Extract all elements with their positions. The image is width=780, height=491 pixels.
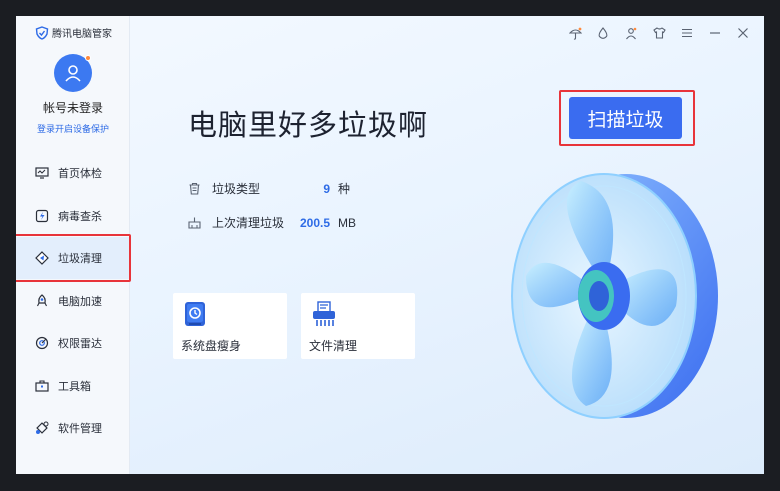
shield-bolt-icon	[34, 208, 50, 224]
stat-junk-types: 垃圾类型 9 种	[188, 180, 350, 197]
sidebar-item-software-manager[interactable]: 软件管理	[16, 407, 130, 449]
sidebar-item-junk-cleanup[interactable]: 垃圾清理	[16, 237, 130, 279]
close-icon[interactable]	[736, 26, 750, 40]
sidebar-item-speedup[interactable]: 电脑加速	[16, 280, 130, 322]
apps-icon	[34, 420, 50, 436]
rocket-icon	[34, 293, 50, 309]
toolbox-icon	[34, 378, 50, 394]
sidebar-item-label: 首页体检	[58, 168, 102, 180]
stat-unit: 种	[338, 182, 351, 196]
brand: 腾讯电脑管家	[35, 25, 112, 40]
stat-unit: MB	[338, 215, 356, 230]
tool-label: 文件清理	[309, 339, 358, 353]
sidebar-item-label: 权限雷达	[58, 338, 102, 350]
shirt-icon[interactable]	[652, 26, 666, 40]
avatar[interactable]	[54, 54, 92, 92]
menu-icon[interactable]	[680, 26, 694, 40]
sidebar-item-label: 工具箱	[58, 381, 91, 393]
stat-value: 9	[323, 181, 330, 196]
login-link[interactable]: 登录开启设备保护	[16, 122, 130, 135]
tool-system-disk-slim[interactable]: 系统盘瘦身	[173, 293, 287, 359]
scan-junk-button[interactable]: 扫描垃圾	[569, 97, 682, 139]
umbrella-icon[interactable]	[568, 26, 582, 40]
logo-icon	[35, 25, 49, 40]
drop-icon[interactable]	[596, 26, 610, 40]
user-icon	[65, 65, 81, 82]
sidebar-item-label: 病毒查杀	[58, 211, 102, 223]
fan-illustration	[511, 173, 718, 419]
stat-last-cleanup: 上次清理垃圾 200.5 MB	[188, 214, 356, 231]
tool-file-cleanup[interactable]: 文件清理	[301, 293, 415, 359]
sidebar-item-virus-scan[interactable]: 病毒查杀	[16, 195, 130, 237]
sidebar-item-permission-radar[interactable]: 权限雷达	[16, 322, 130, 364]
monitor-icon	[34, 165, 50, 181]
notification-dot	[85, 55, 91, 61]
stat-label: 垃圾类型	[212, 182, 261, 196]
person-icon[interactable]	[624, 26, 638, 40]
broom-tray-icon	[188, 216, 202, 230]
trash-icon	[188, 182, 202, 196]
brand-name: 腾讯电脑管家	[52, 29, 112, 40]
sidebar-item-label: 软件管理	[58, 423, 102, 435]
sidebar-item-home-checkup[interactable]: 首页体检	[16, 152, 130, 194]
account-name[interactable]: 帐号未登录	[16, 99, 130, 116]
radar-icon	[34, 335, 50, 351]
sidebar: 腾讯电脑管家 帐号未登录 登录开启设备保护 首页体检 病毒查杀 垃圾清理 电脑加…	[16, 16, 130, 474]
broom-icon	[34, 250, 50, 266]
sidebar-item-label: 垃圾清理	[58, 253, 102, 265]
tool-label: 系统盘瘦身	[181, 339, 242, 353]
sidebar-item-toolbox[interactable]: 工具箱	[16, 365, 130, 407]
disk-icon	[185, 302, 205, 326]
minimize-icon[interactable]	[708, 26, 722, 40]
page-title: 电脑里好多垃圾啊	[188, 110, 429, 142]
app-window: 腾讯电脑管家 帐号未登录 登录开启设备保护 首页体检 病毒查杀 垃圾清理 电脑加…	[16, 16, 764, 474]
titlebar-controls	[568, 26, 750, 40]
shredder-icon	[313, 301, 335, 326]
stat-label: 上次清理垃圾	[212, 216, 285, 230]
sidebar-item-label: 电脑加速	[58, 296, 102, 308]
stat-value: 200.5	[299, 215, 330, 230]
